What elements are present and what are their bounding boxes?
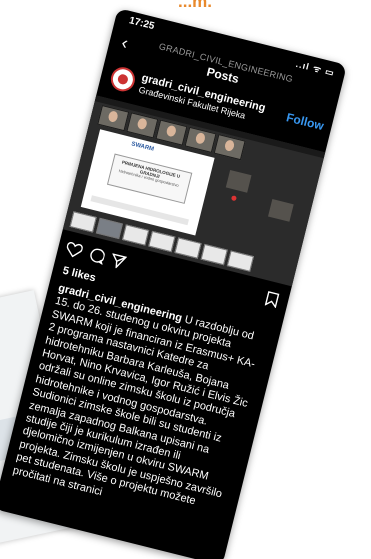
slide-thumbnail bbox=[174, 237, 202, 259]
participant-tile bbox=[155, 119, 188, 146]
share-icon[interactable] bbox=[108, 252, 128, 275]
side-participant-tile bbox=[268, 199, 294, 222]
participant-tile bbox=[97, 105, 130, 132]
avatar[interactable] bbox=[108, 64, 138, 94]
banner-text: ...m. bbox=[178, 0, 213, 11]
participant-tile bbox=[126, 112, 159, 139]
post-caption: gradri_civil_engineering U razdoblju od … bbox=[11, 282, 267, 529]
slide-thumbnail bbox=[122, 224, 150, 246]
slide-thumbnail bbox=[148, 230, 176, 253]
slide-thumbnail bbox=[95, 217, 123, 240]
participant-face bbox=[194, 131, 207, 145]
side-participant-tile bbox=[225, 169, 252, 193]
participant-tile bbox=[213, 134, 246, 161]
avatar-logo-icon bbox=[116, 73, 129, 86]
slide-thumbnail bbox=[69, 211, 97, 233]
photo-stage: ...m. nt 17:25 ..ıl ᯤ ▭ ‹ GRADRI_CIVIL_E… bbox=[0, 0, 371, 559]
participant-tile bbox=[184, 126, 217, 153]
likes-count[interactable]: 5 likes bbox=[61, 265, 97, 285]
participant-face bbox=[165, 124, 178, 138]
recording-dot bbox=[230, 195, 237, 202]
comment-icon[interactable] bbox=[87, 247, 106, 270]
participant-face bbox=[136, 117, 148, 131]
follow-button[interactable]: Follow bbox=[285, 110, 325, 133]
slide-logo: SWARM bbox=[130, 141, 155, 153]
status-time: 17:25 bbox=[127, 15, 156, 33]
slide-thumbnail bbox=[226, 250, 254, 272]
participant-face bbox=[107, 110, 119, 123]
participant-face bbox=[223, 139, 236, 152]
caption-text: U razdoblju od 15. do 26. studenog u okv… bbox=[11, 295, 257, 508]
slide-thumbnail bbox=[200, 243, 228, 266]
heart-icon[interactable] bbox=[63, 241, 83, 264]
bookmark-icon[interactable] bbox=[263, 291, 280, 313]
phone-screen: 17:25 ..ıl ᯤ ▭ ‹ GRADRI_CIVIL_ENGINEERIN… bbox=[0, 8, 347, 559]
